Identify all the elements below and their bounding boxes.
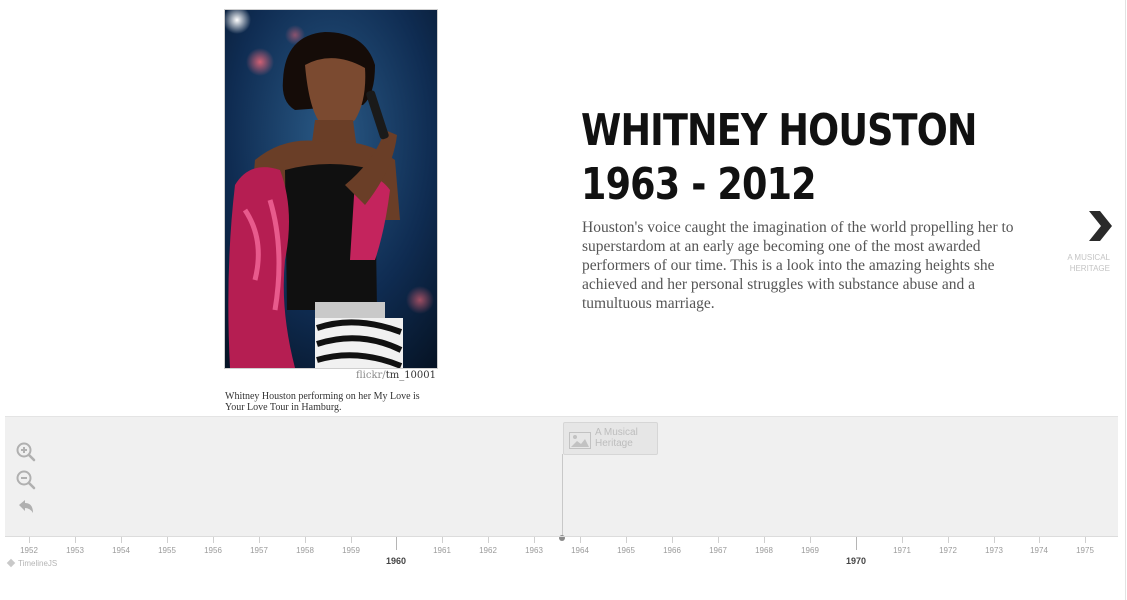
axis-tick	[75, 537, 76, 543]
axis-tick	[718, 537, 719, 543]
slide-photo	[224, 9, 438, 369]
axis-year-label: 1971	[893, 546, 911, 555]
axis-year-label: 1953	[66, 546, 84, 555]
axis-tick	[1085, 537, 1086, 543]
axis-year-label: 1966	[663, 546, 681, 555]
axis-decade-label: 1970	[845, 556, 867, 566]
axis-year-label: 1967	[709, 546, 727, 555]
timelinejs-logo-icon	[6, 558, 16, 568]
time-axis	[5, 536, 1118, 537]
axis-major-tick	[396, 537, 397, 550]
zoom-in-icon[interactable]	[15, 441, 37, 463]
axis-tick	[534, 537, 535, 543]
media-credit: flickr/tm_10001	[224, 370, 436, 381]
axis-tick	[167, 537, 168, 543]
axis-tick	[948, 537, 949, 543]
axis-year-label: 1965	[617, 546, 635, 555]
axis-tick	[672, 537, 673, 543]
axis-year-label: 1972	[939, 546, 957, 555]
axis-tick	[1039, 537, 1040, 543]
credit-source: flickr/	[356, 370, 386, 381]
axis-year-label: 1954	[112, 546, 130, 555]
media-caption: Whitney Houston performing on her My Lov…	[225, 391, 420, 413]
headline-dates: 1963 - 2012	[581, 159, 817, 210]
axis-tick	[351, 537, 352, 543]
axis-tick	[305, 537, 306, 543]
axis-year-label: 1974	[1030, 546, 1048, 555]
axis-year-label: 1968	[755, 546, 773, 555]
slide-description: Houston's voice caught the imagination o…	[582, 219, 1014, 312]
chevron-right-icon[interactable]	[1086, 209, 1114, 243]
axis-tick	[902, 537, 903, 543]
window-edge	[1125, 0, 1126, 600]
image-icon	[569, 432, 591, 449]
axis-tick	[259, 537, 260, 543]
back-to-start-icon[interactable]	[15, 497, 37, 519]
axis-year-label: 1958	[296, 546, 314, 555]
axis-tick	[626, 537, 627, 543]
axis-year-label: 1959	[342, 546, 360, 555]
axis-decade-label: 1960	[385, 556, 407, 566]
axis-year-label: 1956	[204, 546, 222, 555]
axis-year-label: 1964	[571, 546, 589, 555]
axis-year-label: 1957	[250, 546, 268, 555]
credit-user[interactable]: tm_10001	[386, 370, 436, 381]
timelinejs-attribution[interactable]: TimelineJS	[6, 558, 58, 568]
headline-title: WHITNEY HOUSTON	[581, 105, 977, 156]
axis-tick	[810, 537, 811, 543]
axis-tick	[29, 537, 30, 543]
axis-year-label: 1961	[433, 546, 451, 555]
axis-year-label: 1973	[985, 546, 1003, 555]
marker-title: A Musical Heritage	[595, 427, 638, 449]
slide-headline: WHITNEY HOUSTON 1963 - 2012	[581, 104, 977, 212]
timeline-marker[interactable]: A Musical Heritage	[563, 422, 658, 455]
zoom-out-icon[interactable]	[15, 469, 37, 491]
axis-year-label: 1969	[801, 546, 819, 555]
axis-tick	[121, 537, 122, 543]
next-slide-label[interactable]: A MUSICAL HERITAGE	[1062, 252, 1110, 274]
attribution-label: TimelineJS	[18, 559, 58, 568]
axis-year-label: 1962	[479, 546, 497, 555]
axis-tick	[213, 537, 214, 543]
axis-year-label: 1955	[158, 546, 176, 555]
axis-tick	[442, 537, 443, 543]
axis-major-tick	[856, 537, 857, 550]
axis-tick	[488, 537, 489, 543]
axis-year-label: 1952	[20, 546, 38, 555]
axis-year-label: 1963	[525, 546, 543, 555]
axis-tick	[580, 537, 581, 543]
axis-tick	[994, 537, 995, 543]
marker-line	[562, 454, 563, 536]
axis-tick	[764, 537, 765, 543]
axis-year-label: 1975	[1076, 546, 1094, 555]
